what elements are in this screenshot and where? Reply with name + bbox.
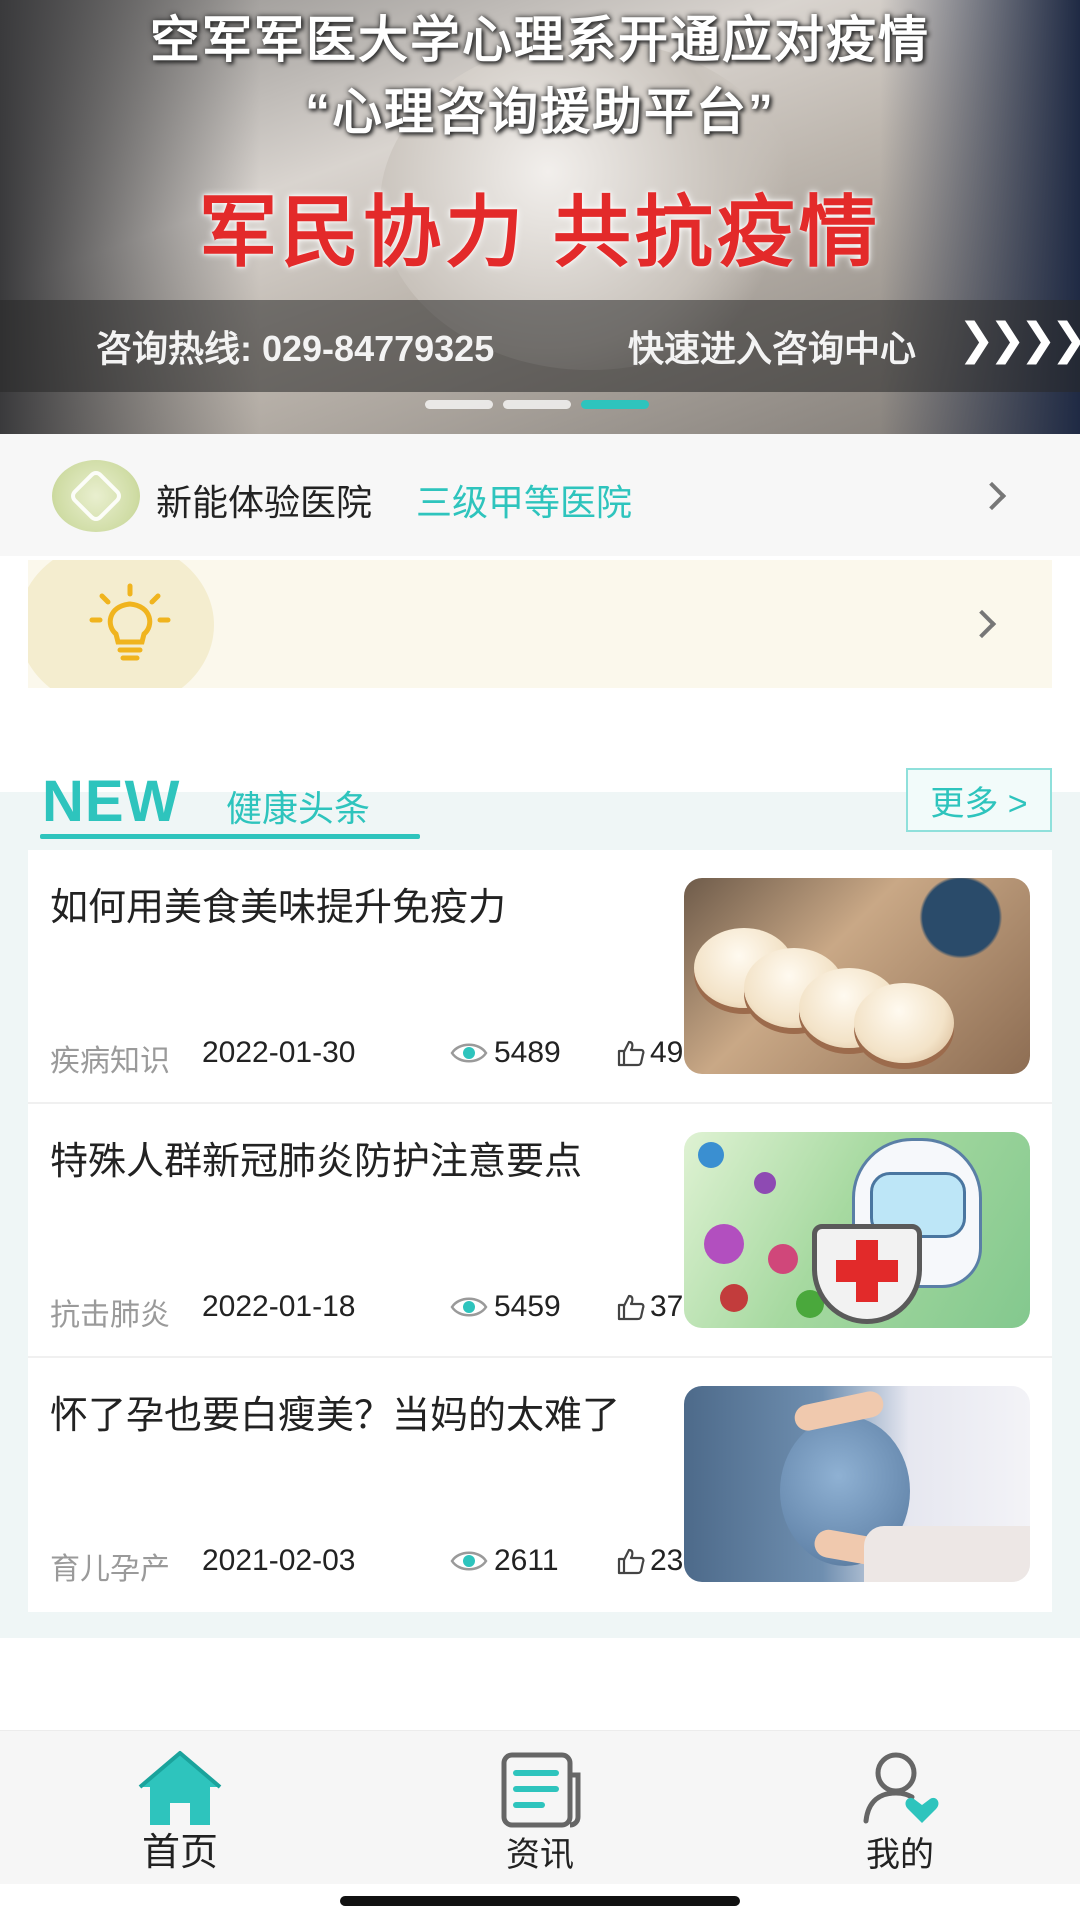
hospital-level: 三级甲等医院 xyxy=(416,482,633,523)
eye-icon xyxy=(450,1043,488,1063)
virus-shape xyxy=(768,1244,798,1274)
likes-count: 23 xyxy=(650,1544,684,1577)
banner-subheadline: “心理咨询援助平台” xyxy=(305,84,775,140)
news-item-likes: 37 xyxy=(616,1290,683,1324)
arrows-icon: ❯❯❯❯ xyxy=(958,315,1080,364)
news-item-views: 5459 xyxy=(450,1290,561,1324)
news-heading: 健康头条 xyxy=(226,788,371,829)
carousel-dot[interactable] xyxy=(425,400,493,409)
news-heading-en: NEW xyxy=(42,769,181,834)
lightbulb-icon xyxy=(89,583,171,661)
hospital-name: 新能体验医院 xyxy=(156,482,373,523)
views-count: 2611 xyxy=(494,1544,559,1577)
eye-icon xyxy=(450,1551,488,1571)
thumbs-up-icon xyxy=(617,1294,645,1321)
news-item-thumbnail xyxy=(684,1386,1030,1582)
news-item-date: 2021-02-03 xyxy=(202,1544,356,1577)
hospital-logo xyxy=(52,460,140,532)
news-item-date: 2022-01-30 xyxy=(202,1036,356,1069)
banner-slogan: 军民协力 共抗疫情 xyxy=(199,188,881,276)
views-count: 5459 xyxy=(494,1290,561,1323)
thumbs-up-icon xyxy=(617,1040,645,1067)
knot-icon xyxy=(67,467,125,525)
views-count: 5489 xyxy=(494,1036,561,1069)
news-item-thumbnail xyxy=(684,1132,1030,1328)
banner-headline: 空军军医大学心理系开通应对疫情 xyxy=(150,12,930,68)
user-heart-icon xyxy=(863,1752,939,1824)
news-item-meta: 疾病知识 2022-01-30 5489 49 xyxy=(50,1036,690,1078)
news-item-likes: 49 xyxy=(616,1036,683,1070)
medical-cross-shape xyxy=(856,1240,878,1302)
nav-item-mine[interactable]: 我的 xyxy=(790,1731,1010,1885)
news-item-category: 抗击肺炎 xyxy=(50,1299,170,1332)
tips-card[interactable] xyxy=(28,560,1052,688)
skirt-shape xyxy=(864,1526,1030,1582)
home-indicator[interactable] xyxy=(340,1896,740,1906)
hospital-row[interactable]: 新能体验医院 三级甲等医院 xyxy=(0,434,1080,556)
virus-shape xyxy=(720,1284,748,1312)
carousel-dot[interactable] xyxy=(503,400,571,409)
carousel-indicator xyxy=(425,400,649,409)
nav-label-home: 首页 xyxy=(141,1832,218,1874)
news-item-category: 疾病知识 xyxy=(50,1045,170,1078)
news-item-meta: 抗击肺炎 2022-01-18 5459 37 xyxy=(50,1290,690,1332)
list-item[interactable]: 如何用美食美味提升免疫力 疾病知识 2022-01-30 5489 49 xyxy=(28,850,1052,1104)
news-item-date: 2022-01-18 xyxy=(202,1290,356,1323)
likes-count: 37 xyxy=(650,1290,684,1323)
bottom-nav: 首页 资讯 我的 xyxy=(0,1730,1080,1884)
list-item[interactable]: 特殊人群新冠肺炎防护注意要点 抗击肺炎 2022-01-18 5459 37 xyxy=(28,1104,1052,1358)
news-item-category: 育儿孕产 xyxy=(50,1553,170,1586)
news-item-likes: 23 xyxy=(616,1544,683,1578)
virus-shape xyxy=(754,1172,776,1194)
news-heading-underline xyxy=(40,834,420,839)
banner-carousel[interactable]: 空军军医大学心理系开通应对疫情 “心理咨询援助平台” 军民协力 共抗疫情 咨询热… xyxy=(0,0,1080,434)
news-item-meta: 育儿孕产 2021-02-03 2611 23 xyxy=(50,1544,690,1586)
virus-shape xyxy=(698,1142,724,1168)
nav-label-news: 资讯 xyxy=(506,1836,574,1874)
eye-icon xyxy=(450,1297,488,1317)
more-button[interactable]: 更多 > xyxy=(906,768,1052,832)
nav-label-mine: 我的 xyxy=(866,1836,934,1874)
virus-shape xyxy=(704,1224,744,1264)
likes-count: 49 xyxy=(650,1036,684,1069)
banner-enter-link[interactable]: 快速进入咨询中心 xyxy=(628,320,916,372)
news-item-thumbnail xyxy=(684,878,1030,1074)
news-item-title: 特殊人群新冠肺炎防护注意要点 xyxy=(50,1141,583,1183)
nav-item-home[interactable]: 首页 xyxy=(70,1731,290,1885)
nav-item-news[interactable]: 资讯 xyxy=(430,1731,650,1885)
news-list: 如何用美食美味提升免疫力 疾病知识 2022-01-30 5489 49 特殊人… xyxy=(28,850,1052,1612)
news-icon xyxy=(501,1752,581,1828)
banner-hotline: 咨询热线: 029-84779325 xyxy=(96,328,495,369)
carousel-dot-active[interactable] xyxy=(581,400,649,409)
home-icon xyxy=(138,1751,222,1825)
news-item-title: 如何用美食美味提升免疫力 xyxy=(50,887,507,929)
list-item[interactable]: 怀了孕也要白瘦美？当妈的太难了 育儿孕产 2021-02-03 2611 23 xyxy=(28,1358,1052,1612)
food-shape xyxy=(854,983,954,1063)
news-item-views: 5489 xyxy=(450,1036,561,1070)
news-item-views: 2611 xyxy=(450,1544,559,1578)
news-item-title: 怀了孕也要白瘦美？当妈的太难了 xyxy=(50,1395,621,1437)
thumbs-up-icon xyxy=(617,1548,645,1575)
